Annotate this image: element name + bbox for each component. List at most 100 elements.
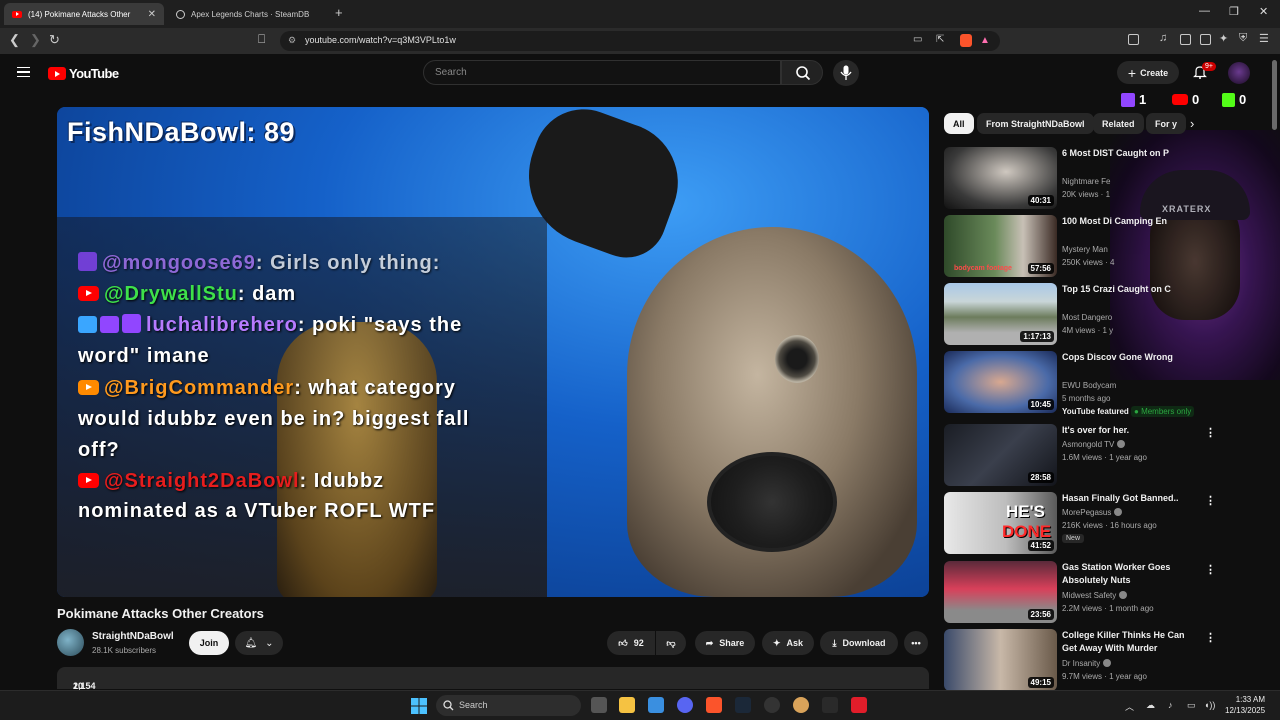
share-button[interactable]: ➦ Share [695, 631, 755, 655]
recommended-video[interactable]: 49:15 College Killer Thinks He Can Get A… [944, 629, 1216, 691]
video-title[interactable]: 100 Most Di Camping En [1062, 215, 1202, 228]
close-tab-icon[interactable]: ✕ [148, 9, 156, 20]
task-view-icon[interactable] [591, 697, 607, 713]
video-title[interactable]: Hasan Finally Got Banned.. [1062, 492, 1202, 505]
volume-icon[interactable]: ◖)) [1204, 700, 1215, 710]
search-button[interactable] [781, 60, 823, 85]
discord-icon[interactable] [677, 697, 693, 713]
video-thumbnail[interactable]: 49:15 [944, 629, 1057, 691]
chip-for-you[interactable]: For y [1146, 113, 1186, 134]
restore-icon[interactable]: ❐ [1229, 5, 1239, 18]
more-options-icon[interactable]: ⋮ [1205, 631, 1216, 644]
bookmark-icon[interactable]: ⎕ [258, 32, 265, 47]
steam-icon[interactable] [735, 697, 751, 713]
more-actions-button[interactable]: ••• [904, 631, 928, 655]
recommended-video[interactable]: HE'S DONE 41:52 Hasan Finally Got Banned… [944, 492, 1216, 554]
show-hidden-icons[interactable]: ︿ [1125, 700, 1134, 713]
recommended-video[interactable]: 28:58 It's over for her. Asmongold TV 1.… [944, 424, 1216, 486]
media-icon[interactable]: ♫ [1159, 32, 1167, 44]
chip-related[interactable]: Related [1093, 113, 1144, 134]
dislike-button[interactable]: 👎︎ [656, 631, 686, 655]
back-icon[interactable]: ❮ [9, 32, 20, 48]
leo-ai-icon[interactable]: ✦ [1219, 32, 1228, 45]
close-window-icon[interactable]: ✕ [1259, 5, 1268, 18]
sidebar-icon[interactable] [1180, 34, 1191, 45]
channel-name[interactable]: MorePegasus [1062, 508, 1123, 517]
video-thumbnail[interactable]: 1:17:13 [944, 283, 1057, 345]
ask-button[interactable]: ✦ Ask [762, 631, 814, 655]
description-box[interactable]: 2,154 views 10 hours ago [57, 667, 929, 711]
brave-browser-icon[interactable] [706, 697, 722, 713]
like-button[interactable]: 👍︎ 92 [607, 631, 655, 655]
video-title[interactable]: Cops Discov Gone Wrong [1062, 351, 1202, 364]
cast-icon[interactable]: ▭ [913, 34, 922, 45]
file-explorer-icon[interactable] [619, 697, 635, 713]
channel-avatar[interactable] [57, 629, 84, 656]
taskbar-search[interactable]: Search [436, 695, 581, 716]
recommended-video[interactable]: bodycam footage 57:56 100 Most Di Campin… [944, 215, 1214, 277]
video-thumbnail[interactable]: bodycam footage 57:56 [944, 215, 1057, 277]
network-icon[interactable]: ▭ [1187, 700, 1196, 711]
video-thumbnail[interactable]: 28:58 [944, 424, 1057, 486]
search-input[interactable]: Search [423, 60, 781, 85]
app-icon[interactable] [851, 697, 867, 713]
tray-app-icon[interactable]: ☁ [1146, 700, 1155, 711]
brave-shields-icon[interactable] [960, 34, 972, 47]
screenshot-icon[interactable] [1128, 34, 1139, 45]
app-icon[interactable] [822, 697, 838, 713]
join-button[interactable]: Join [189, 631, 229, 655]
video-title[interactable]: College Killer Thinks He Can Get Away Wi… [1062, 629, 1202, 655]
create-button[interactable]: + Create [1117, 61, 1179, 84]
video-title[interactable]: 6 Most DIST Caught on P [1062, 147, 1202, 160]
page-scrollbar[interactable] [1272, 60, 1277, 130]
voice-search-button[interactable] [833, 60, 859, 86]
recommended-video[interactable]: 40:31 6 Most DIST Caught on P Nightmare … [944, 147, 1214, 209]
channel-name[interactable]: Dr Insanity [1062, 659, 1112, 668]
recommended-video[interactable]: 1:17:13 Top 15 Crazi Caught on C Most Da… [944, 283, 1214, 345]
url-field[interactable]: ⚙ youtube.com/watch?v=q3M3VPLto1w ▭ ⇱ ▲ [280, 31, 1000, 51]
account-avatar[interactable] [1228, 62, 1250, 84]
video-thumbnail[interactable]: 23:56 [944, 561, 1057, 623]
microphone-tray-icon[interactable]: ♪ [1168, 700, 1173, 710]
channel-name[interactable]: Nightmare Fe [1062, 177, 1110, 186]
channel-name[interactable]: EWU Bodycam [1062, 381, 1116, 390]
new-tab-icon[interactable]: + [335, 5, 343, 20]
video-title[interactable]: It's over for her. [1062, 424, 1202, 437]
app-icon[interactable] [793, 697, 809, 713]
video-thumbnail[interactable]: 40:31 [944, 147, 1057, 209]
chip-all[interactable]: All [944, 113, 974, 134]
vpn-shield-icon[interactable]: ⛨ [1239, 32, 1247, 45]
channel-name[interactable]: Asmongold TV [1062, 440, 1126, 449]
youtube-logo[interactable]: YouTube [48, 66, 119, 81]
app-icon[interactable] [764, 697, 780, 713]
chevron-right-icon[interactable]: › [1190, 116, 1194, 131]
video-thumbnail[interactable]: HE'S DONE 41:52 [944, 492, 1057, 554]
more-options-icon[interactable]: ⋮ [1205, 494, 1216, 507]
forward-icon[interactable]: ❯ [30, 32, 41, 48]
system-clock[interactable]: 1:33 AM 12/13/2025 [1225, 694, 1265, 716]
share-page-icon[interactable]: ⇱ [936, 34, 944, 45]
channel-name[interactable]: StraightNDaBowl [92, 631, 174, 642]
store-icon[interactable] [648, 697, 664, 713]
more-options-icon[interactable]: ⋮ [1205, 426, 1216, 439]
subscription-bell-button[interactable]: 🔔︎ ⌄ [235, 631, 283, 655]
more-options-icon[interactable]: ⋮ [1205, 563, 1216, 576]
download-button[interactable]: ⤓ Download [820, 631, 898, 655]
video-player[interactable]: FishNDaBowl: 89 @mongoose69: Girls only … [57, 107, 929, 597]
site-info-icon[interactable]: ⚙ [288, 35, 296, 46]
recommended-video[interactable]: 23:56 Gas Station Worker Goes Absolutely… [944, 561, 1216, 623]
video-title[interactable]: Top 15 Crazi Caught on C [1062, 283, 1202, 296]
chip-from-channel[interactable]: From StraightNDaBowl [977, 113, 1094, 134]
minimize-icon[interactable]: — [1199, 5, 1210, 17]
hamburger-menu-icon[interactable] [17, 67, 30, 77]
tab-youtube[interactable]: (14) Pokimane Attacks Other ✕ [4, 3, 164, 25]
recommended-video[interactable]: 10:45 Cops Discov Gone Wrong EWU Bodycam… [944, 351, 1214, 413]
reload-icon[interactable]: ↻ [49, 32, 60, 48]
tab-steamdb[interactable]: Apex Legends Charts · SteamDB [168, 3, 328, 25]
wallet-icon[interactable] [1200, 34, 1211, 45]
video-title[interactable]: Gas Station Worker Goes Absolutely Nuts [1062, 561, 1202, 587]
windows-start-icon[interactable] [411, 698, 427, 714]
channel-name[interactable]: Mystery Man [1062, 245, 1108, 254]
brave-rewards-icon[interactable]: ▲ [980, 35, 990, 46]
channel-name[interactable]: Midwest Safety [1062, 591, 1128, 600]
